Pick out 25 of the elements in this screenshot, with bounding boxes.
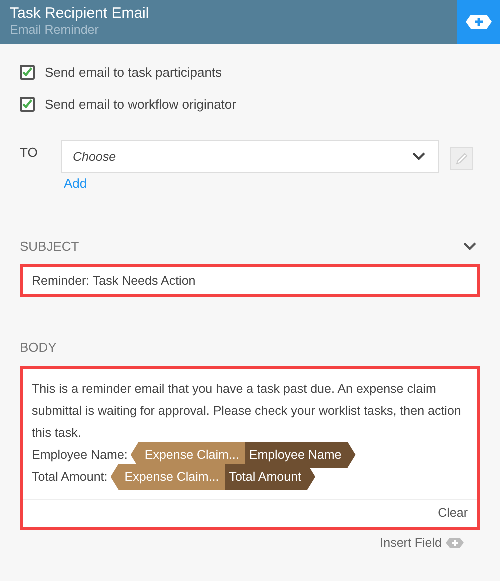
field-label: Total Amount:	[32, 469, 108, 486]
chevron-down-icon	[412, 152, 426, 161]
to-label: TO	[20, 144, 39, 160]
body-label: BODY	[20, 340, 57, 355]
checkbox-label: Send email to workflow originator	[45, 96, 236, 112]
dropdown-placeholder: Choose	[73, 150, 116, 164]
add-button[interactable]	[457, 0, 500, 44]
subject-field[interactable]: Reminder: Task Needs Action	[20, 264, 480, 297]
clear-button[interactable]: Clear	[438, 504, 468, 522]
checkbox-label: Send email to task participants	[45, 64, 222, 80]
chevron-icon[interactable]	[463, 242, 477, 251]
plus-icon	[466, 15, 492, 29]
subject-label: SUBJECT	[20, 239, 80, 254]
field-token-name[interactable]: Employee Name	[245, 442, 356, 468]
recipient-dropdown[interactable]: Choose	[61, 140, 439, 173]
pencil-icon	[454, 152, 468, 166]
checkbox[interactable]	[20, 96, 35, 112]
insert-field-button[interactable]: Insert Field	[380, 536, 442, 550]
field-token-name[interactable]: Total Amount	[225, 464, 316, 490]
field-label: Employee Name:	[32, 447, 128, 464]
checkbox[interactable]	[20, 64, 35, 80]
body-editor[interactable]	[20, 366, 480, 530]
panel-subtitle: Email Reminder	[10, 23, 100, 37]
body-text: This is a reminder email that you have a task past due. An expense claim submittal is waiting for approval. Please check your worklist tasks, then action this task.	[32, 381, 462, 442]
panel-title: Task Recipient Email	[10, 5, 150, 22]
